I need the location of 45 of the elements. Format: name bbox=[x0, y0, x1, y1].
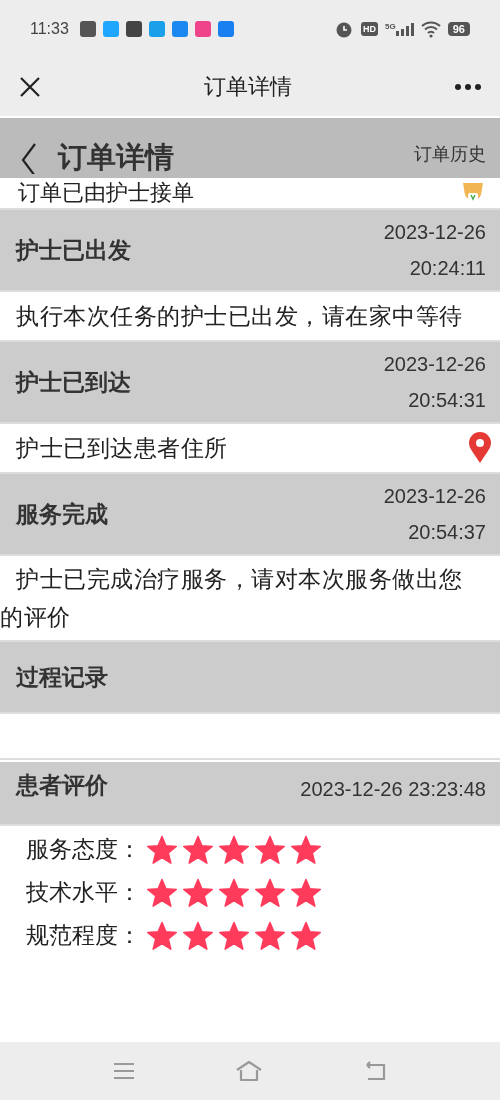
filled-star-icon bbox=[219, 834, 249, 865]
event-time: 20:54:37 bbox=[408, 520, 486, 545]
section-title: 服务完成 bbox=[16, 499, 108, 529]
filled-star-icon bbox=[183, 920, 213, 951]
review-time: 2023-12-26 23:23:48 bbox=[300, 778, 486, 801]
event-time: 20:54:31 bbox=[408, 388, 486, 413]
location-pin-icon bbox=[468, 432, 492, 464]
filled-star-icon bbox=[255, 920, 285, 951]
event-description: 订单已由护士接单 bbox=[18, 179, 194, 207]
event-description: 执行本次任务的护士已出发，请在家中等待 bbox=[15, 302, 464, 331]
page-title: 订单详情 bbox=[58, 143, 174, 172]
event-date: 2023-12-26 bbox=[383, 484, 486, 509]
filled-star-icon bbox=[255, 877, 285, 908]
wifi-icon bbox=[420, 20, 441, 38]
section-title: 患者评价 bbox=[16, 771, 108, 800]
order-history-link[interactable]: 订单历史 bbox=[414, 142, 486, 166]
rating-label: 规范程度： bbox=[26, 921, 141, 950]
section-title: 护士已到达 bbox=[16, 367, 131, 397]
event-date: 2023-12-26 bbox=[383, 352, 486, 377]
event-description: 护士已完成治疗服务，请对本次服务做出您的评价 bbox=[0, 565, 464, 632]
filled-star-icon bbox=[147, 834, 177, 865]
filled-star-icon bbox=[183, 834, 213, 865]
filled-star-icon bbox=[255, 834, 285, 865]
more-icon[interactable] bbox=[454, 83, 482, 91]
battery-icon: 96 bbox=[447, 22, 470, 36]
section-title: 过程记录 bbox=[16, 662, 108, 692]
filled-star-icon bbox=[291, 834, 321, 865]
section-title: 护士已出发 bbox=[16, 235, 131, 265]
filled-star-icon bbox=[219, 877, 249, 908]
filled-star-icon bbox=[219, 920, 249, 951]
filled-star-icon bbox=[291, 877, 321, 908]
back-icon[interactable] bbox=[20, 142, 38, 174]
filled-star-icon bbox=[291, 920, 321, 951]
event-description: 护士已到达患者住所 bbox=[15, 434, 229, 463]
app-bar-title: 订单详情 bbox=[204, 73, 292, 101]
filled-star-icon bbox=[147, 920, 177, 951]
filled-star-icon bbox=[183, 877, 213, 908]
rating-label: 技术水平： bbox=[26, 878, 141, 907]
clock: 11:33 bbox=[30, 20, 69, 38]
event-date: 2023-12-26 bbox=[383, 220, 486, 245]
filled-star-icon bbox=[147, 877, 177, 908]
close-icon[interactable] bbox=[18, 75, 42, 99]
hd-icon: HD bbox=[361, 22, 379, 36]
rating-label: 服务态度： bbox=[26, 835, 141, 864]
event-time: 20:24:11 bbox=[409, 256, 486, 281]
